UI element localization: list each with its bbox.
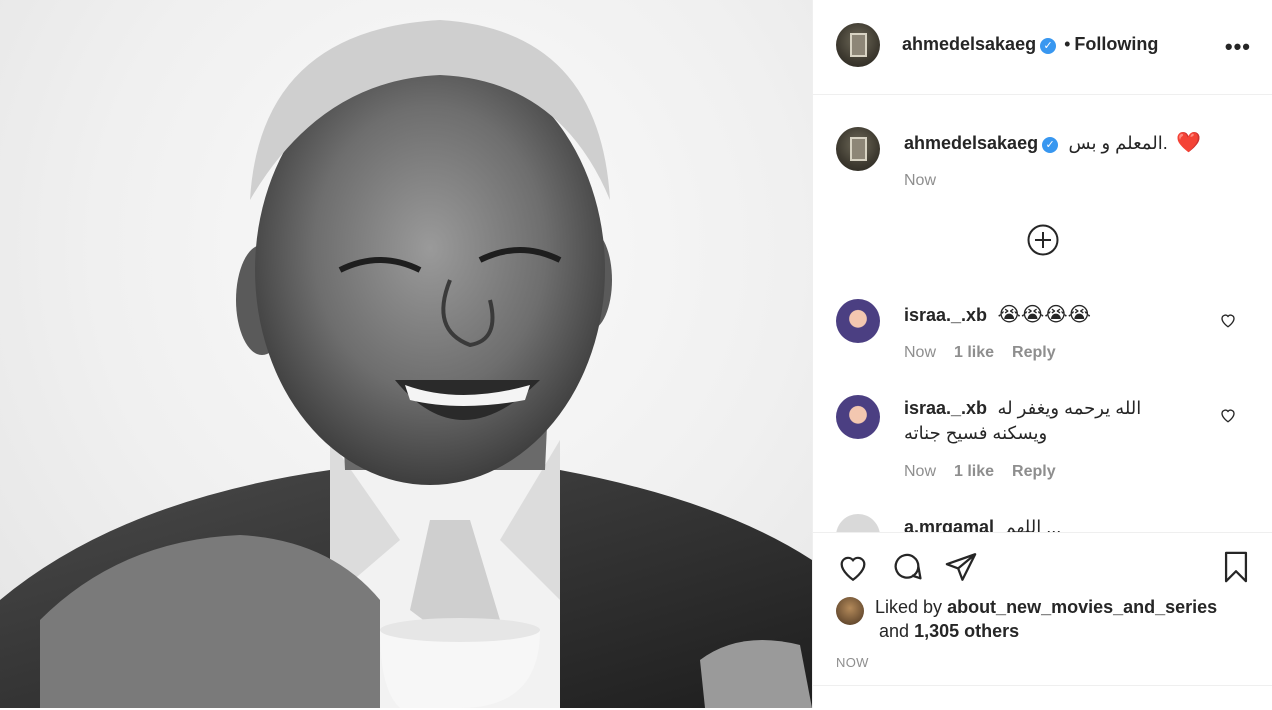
comment-line: israa._.xb 😭😭😭😭	[904, 302, 1091, 327]
comment-line: a.mrgamal اللهم ...	[904, 517, 1061, 532]
likes-and: and	[879, 621, 910, 641]
plus-circle-icon[interactable]	[1027, 224, 1059, 261]
verified-badge-icon: ✓	[1040, 37, 1057, 54]
comment-like-heart-icon[interactable]	[1219, 311, 1237, 329]
separator-dot: •	[1064, 34, 1071, 54]
comment-likes[interactable]: 1 like	[954, 463, 994, 480]
post-image[interactable]	[0, 0, 812, 708]
reply-button[interactable]: Reply	[1012, 463, 1056, 480]
comment-text: اللهم ...	[1004, 517, 1062, 532]
comment-likes[interactable]: 1 like	[954, 344, 994, 361]
post-header: ahmedelsakaeg ✓ • Following •••	[813, 0, 1272, 95]
comment-text-continued: ويسكنه فسيح جناته	[904, 423, 1048, 443]
header-user-line: ahmedelsakaeg ✓ • Following	[902, 34, 1158, 55]
author-username[interactable]: ahmedelsakaeg	[902, 34, 1036, 54]
add-comment-bar	[813, 685, 1272, 710]
caption-time: Now	[904, 172, 937, 189]
comment-text: الله يرحمه ويغفر له	[997, 398, 1142, 418]
bookmark-icon[interactable]	[1219, 550, 1253, 584]
likes-summary: Liked by about_new_movies_and_series and…	[875, 595, 1217, 643]
heart-icon[interactable]	[836, 550, 870, 584]
comment-time: Now	[904, 463, 937, 480]
caption-avatar[interactable]	[836, 127, 880, 171]
commenter-avatar[interactable]	[836, 299, 880, 343]
caption-text: المعلم و بس.	[1068, 133, 1168, 153]
comment-line: israa._.xb الله يرحمه ويغفر له	[904, 398, 1141, 419]
more-options-icon[interactable]: •••	[1225, 34, 1251, 60]
post-actions: Liked by about_new_movies_and_series and…	[813, 532, 1272, 708]
comment-username[interactable]: israa._.xb	[904, 398, 987, 418]
comment-text: 😭😭😭😭	[997, 304, 1091, 326]
comment-username[interactable]: a.mrgamal	[904, 517, 994, 532]
post-timestamp: NOW	[836, 655, 869, 670]
send-icon[interactable]	[944, 550, 978, 584]
comment-like-heart-icon[interactable]	[1219, 406, 1237, 424]
portrait-illustration	[0, 20, 812, 708]
reply-button[interactable]: Reply	[1012, 344, 1056, 361]
comment-time: Now	[904, 344, 937, 361]
caption-username[interactable]: ahmedelsakaeg	[904, 133, 1038, 153]
comment-username[interactable]: israa._.xb	[904, 305, 987, 325]
comment-meta: Now 1 like Reply	[904, 344, 1074, 362]
liker-avatar[interactable]	[836, 597, 864, 625]
verified-badge-icon: ✓	[1042, 136, 1059, 153]
likes-others[interactable]: 1,305 others	[914, 621, 1019, 641]
likes-prefix: Liked by	[875, 597, 943, 617]
comment-icon[interactable]	[890, 550, 924, 584]
commenter-avatar[interactable]	[836, 395, 880, 439]
caption-line: ahmedelsakaeg ✓ المعلم و بس. ❤️	[904, 130, 1201, 155]
following-button[interactable]: Following	[1074, 34, 1158, 54]
comment-meta: Now 1 like Reply	[904, 463, 1074, 481]
liker-username[interactable]: about_new_movies_and_series	[947, 597, 1217, 617]
comments-list: ahmedelsakaeg ✓ المعلم و بس. ❤️ Now israa…	[813, 96, 1272, 532]
red-heart-emoji: ❤️	[1176, 132, 1202, 154]
author-avatar[interactable]	[836, 23, 880, 67]
commenter-avatar[interactable]	[836, 514, 880, 532]
post-side-panel: ahmedelsakaeg ✓ • Following ••• ahmedelsaka…	[812, 0, 1272, 708]
